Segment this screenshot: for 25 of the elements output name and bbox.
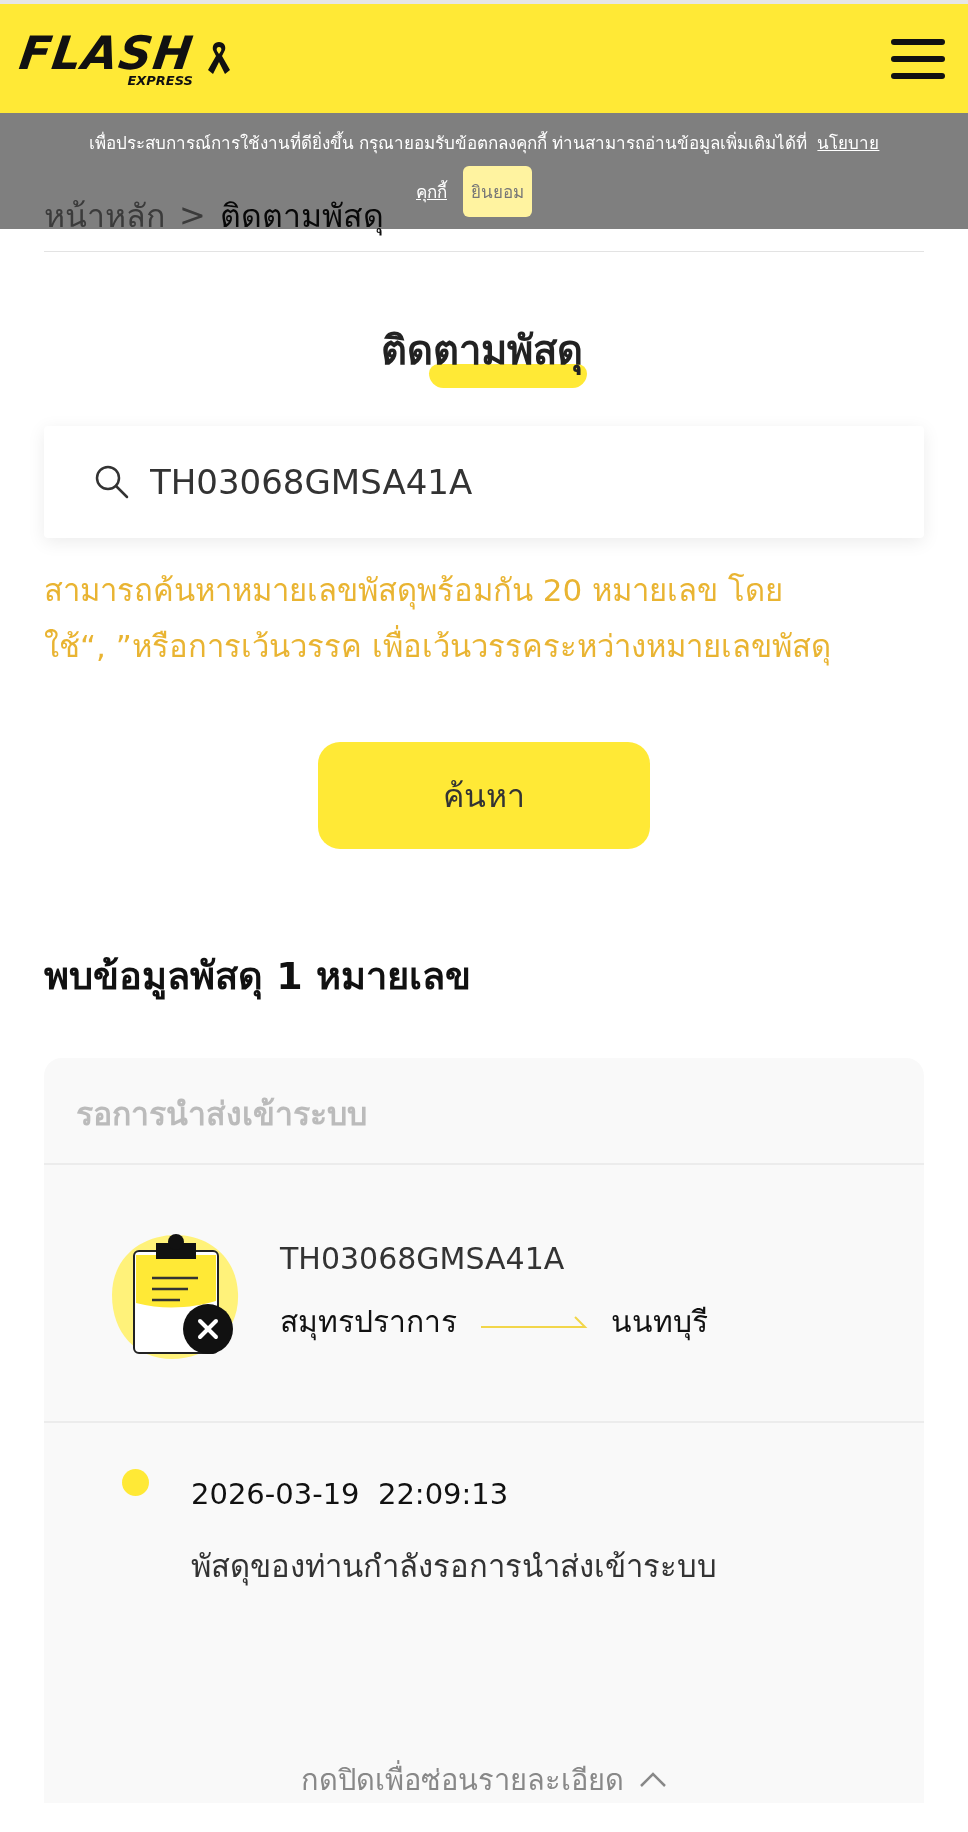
breadcrumb-item[interactable]: หน้าหลัก [44,189,165,241]
policy-link[interactable]: นโยบาย [817,129,880,156]
event-message: พัสดุของท่านกำลังรอการนำส่งเข้าระบบ [191,1547,717,1588]
breadcrumb-separator: > [179,196,206,234]
accept-button[interactable]: ยินยอม [463,166,532,217]
parcel-status: รอการนำส่งเข้าระบบ [44,1058,924,1165]
origin-text: สมุทรปราการ [280,1303,457,1343]
destination-text: นนทบุรี [611,1303,708,1343]
menu-button[interactable] [890,36,946,81]
hint-text: ใช้“, ”หรือการเว้นวรรค เพื่อเว้นวรรคระหว่างหมายเลขพัสดุ [44,618,924,674]
logo-wordmark[interactable]: FLASH [16,30,197,76]
breadcrumb-item[interactable]: ติดตามพัสดุ [219,189,384,241]
toggle-details-button[interactable]: กดปิดเพื่อซ่อนรายละเอียด [300,1757,668,1803]
logo-tagline: EXPRESS [127,74,193,87]
page-title: ติดตามพัสดุ [381,324,587,388]
policy-link[interactable]: คุกกี้ [416,178,447,205]
cookie-message: เพื่อประสบการณ์การใช้งานที่ดียิ่งขึ้น กรุณายอมรับข้อตกลงคุกกี้ ท่านสามารถอ่านข้อมูลเพิ่มเติมได้ที่ [88,130,808,156]
result-count: พบข้อมูลพัสดุ 1 หมายเลข [44,953,472,1002]
event-time: 2026-03-19 22:09:13 [191,1477,510,1511]
search-icon [94,464,130,500]
timeline-dot [122,1469,149,1496]
search-input[interactable]: TH03068GMSA41A [148,461,924,503]
search-button[interactable]: ค้นหา [318,742,650,849]
tracking-number: TH03068GMSA41A [280,1241,566,1276]
hint-text: สามารถค้นหาหมายเลขพัสดุพร้อมกัน 20 หมายเลข โดย [44,571,784,612]
